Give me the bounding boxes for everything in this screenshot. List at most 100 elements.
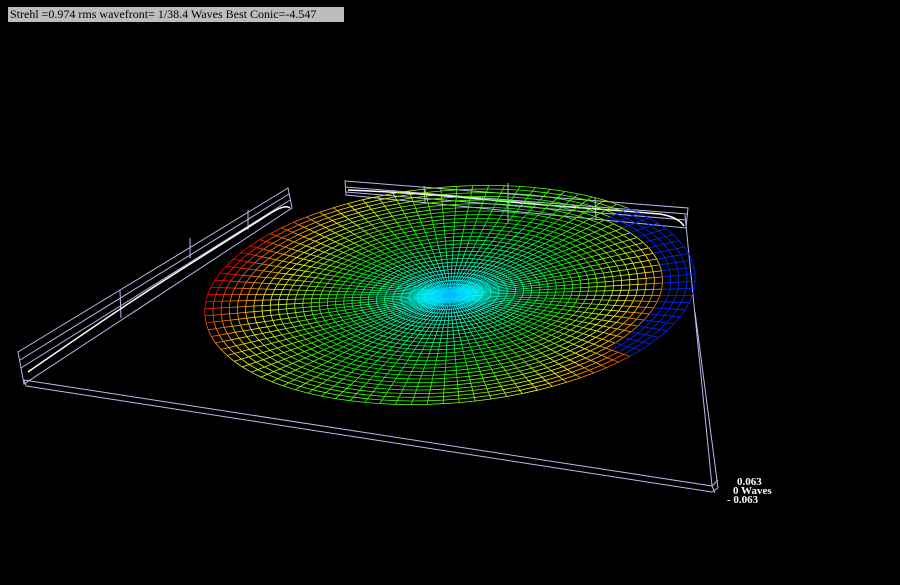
mesh-ring-segment	[598, 264, 602, 269]
mesh-ring-segment	[618, 305, 623, 312]
mesh-spoke-segment	[310, 254, 317, 257]
mesh-ring-segment	[389, 388, 403, 391]
mesh-spoke-segment	[569, 335, 577, 339]
mesh-spoke-segment	[410, 278, 417, 282]
mesh-spoke-segment	[236, 343, 244, 347]
mesh-ring-segment	[640, 249, 646, 256]
mesh-spoke-segment	[406, 344, 411, 349]
mesh-ring-segment	[471, 384, 486, 388]
mesh-spoke-segment	[354, 337, 362, 342]
mesh-spoke-segment	[526, 336, 532, 340]
mesh-ring-segment	[501, 230, 511, 232]
mesh-spoke-segment	[393, 301, 402, 304]
mesh-ring-segment	[366, 382, 379, 385]
mesh-spoke-segment	[494, 300, 503, 303]
mesh-spoke-segment	[270, 233, 277, 237]
mesh-ring-segment	[285, 279, 290, 285]
mesh-ring-segment	[596, 286, 598, 292]
mesh-spoke-segment	[316, 255, 324, 259]
mesh-spoke-segment	[305, 354, 312, 359]
mesh-spoke-segment	[384, 323, 391, 328]
mesh-spoke-segment	[415, 360, 418, 365]
mesh-spoke-segment	[381, 233, 386, 238]
mesh-ring-segment	[388, 332, 394, 335]
mesh-ring-segment	[607, 351, 618, 359]
mesh-ring-segment	[296, 258, 304, 265]
mesh-spoke-segment	[406, 267, 412, 271]
mesh-spoke-segment	[564, 305, 573, 308]
mesh-ring-segment	[399, 347, 408, 350]
mesh-spoke-segment	[503, 313, 511, 316]
mesh-ring-segment	[369, 367, 380, 370]
mesh-ring-segment	[470, 330, 477, 333]
mesh-spoke-segment	[543, 364, 548, 369]
mesh-spoke-segment	[613, 284, 622, 287]
mesh-spoke-segment	[371, 236, 377, 241]
mesh-spoke-segment	[321, 392, 326, 397]
mesh-ring-segment	[560, 256, 566, 260]
mesh-ring-segment	[352, 271, 357, 276]
mesh-spoke-segment	[435, 275, 439, 279]
mesh-spoke-segment	[563, 333, 571, 337]
mesh-spoke-segment	[636, 340, 644, 343]
mesh-spoke-segment	[395, 304, 404, 307]
mesh-spoke-segment	[389, 354, 394, 359]
mesh-ring-segment	[417, 258, 424, 261]
mesh-ring-segment	[667, 263, 670, 271]
mesh-spoke-segment	[422, 270, 427, 274]
mesh-ring-segment	[312, 267, 318, 273]
mesh-spoke-segment	[281, 278, 290, 281]
mesh-ring-segment	[320, 373, 332, 378]
mesh-ring-segment	[652, 321, 660, 329]
mesh-spoke-segment	[352, 393, 357, 398]
mesh-ring-segment	[262, 316, 265, 322]
mesh-spoke-segment	[476, 330, 480, 335]
mesh-spoke-segment	[373, 360, 378, 365]
mesh-spoke-segment	[310, 367, 317, 372]
mesh-ring-segment	[221, 320, 225, 328]
mesh-spoke-segment	[330, 324, 339, 328]
mesh-ring-segment	[306, 285, 310, 291]
mesh-spoke-segment	[311, 352, 318, 356]
mesh-ring-segment	[576, 321, 583, 327]
mesh-ring-segment	[433, 270, 437, 273]
mesh-ring-segment	[529, 305, 533, 309]
mesh-spoke-segment	[260, 373, 268, 378]
mesh-ring-segment	[332, 335, 338, 340]
mesh-ring-segment	[621, 227, 631, 234]
mesh-ring-segment	[335, 252, 344, 257]
mesh-spoke-segment	[380, 280, 388, 283]
mesh-ring-segment	[482, 375, 496, 379]
mesh-spoke-segment	[346, 328, 354, 332]
mesh-ring-segment	[345, 330, 351, 334]
mesh-ring-segment	[309, 234, 320, 240]
mesh-spoke-segment	[327, 301, 336, 303]
mesh-ring-segment	[558, 219, 569, 223]
mesh-ring-segment	[360, 337, 367, 341]
mesh-ring-segment	[347, 285, 351, 289]
mesh-spoke-segment	[392, 285, 400, 288]
wavefront-3d-plot[interactable]	[0, 0, 900, 585]
mesh-ring-segment	[675, 262, 679, 270]
mesh-spoke-segment	[389, 279, 397, 283]
mesh-ring-segment	[345, 224, 357, 230]
mesh-ring-segment	[526, 225, 536, 228]
mesh-spoke-segment	[500, 386, 504, 390]
mesh-ring-segment	[228, 300, 231, 308]
mesh-spoke-segment	[536, 341, 542, 345]
mesh-ring-segment	[543, 334, 552, 339]
mesh-ring-segment	[659, 264, 662, 271]
mesh-ring-segment	[589, 318, 595, 324]
mesh-ring-segment	[566, 231, 575, 235]
mesh-spoke-segment	[526, 310, 534, 313]
mesh-spoke-segment	[336, 266, 344, 270]
mesh-spoke-segment	[473, 320, 477, 324]
mesh-ring-segment	[436, 270, 441, 272]
mesh-ring-segment	[335, 237, 345, 243]
mesh-spoke-segment	[487, 328, 492, 332]
mesh-ring-segment	[404, 351, 413, 354]
mesh-ring-segment	[277, 329, 283, 336]
mesh-ring-segment	[374, 327, 379, 331]
mesh-spoke-segment	[284, 246, 292, 250]
mesh-ring-segment	[255, 288, 260, 295]
